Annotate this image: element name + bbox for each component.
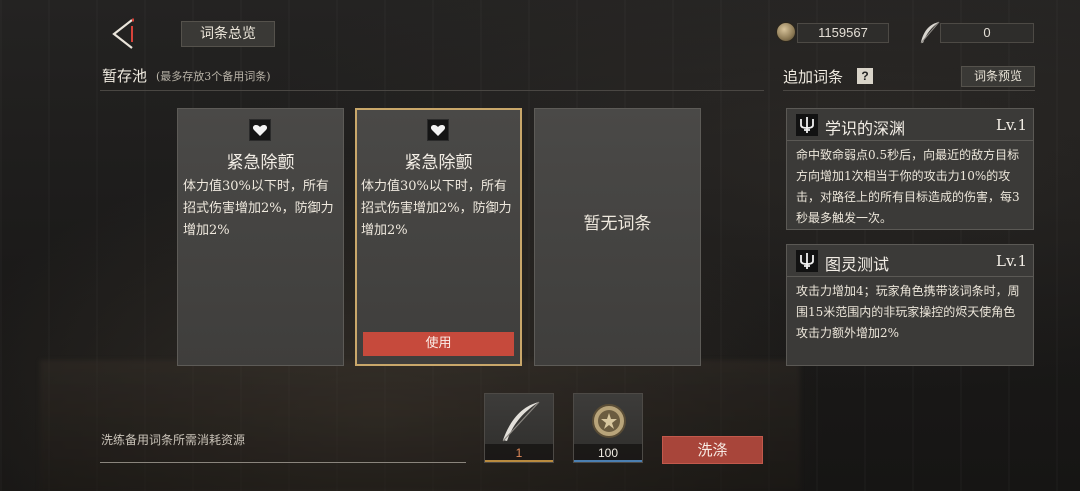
coin-cost: 100 xyxy=(574,444,642,462)
back-button[interactable] xyxy=(108,16,144,52)
cost-label: 洗练备用词条所需消耗资源 xyxy=(101,433,246,447)
affix-preview-button[interactable]: 词条预览 xyxy=(961,66,1035,87)
heart-icon xyxy=(427,119,449,141)
divider xyxy=(100,462,466,463)
affix-desc: 攻击力增加4；玩家角色携带该词条时，周围15米范围内的非玩家操控的烬天使角色攻击… xyxy=(796,284,1020,340)
affix-name: 图灵测试 xyxy=(825,255,890,274)
affix-overview-button[interactable]: 词条总览 xyxy=(181,21,275,47)
use-button[interactable]: 使用 xyxy=(363,332,514,356)
heart-icon xyxy=(249,119,271,141)
feather-icon xyxy=(502,401,540,442)
back-arrow-icon xyxy=(112,18,134,49)
coin-icon xyxy=(592,404,626,438)
coin-balance: 1159567 xyxy=(797,23,889,43)
divider xyxy=(100,90,764,91)
affix-header: 图灵测试 Lv.1 xyxy=(787,245,1033,277)
affix-name: 学识的深渊 xyxy=(825,119,906,138)
feather-icon xyxy=(918,20,942,46)
affix-level: Lv.1 xyxy=(996,116,1027,134)
wash-button[interactable]: 洗涤 xyxy=(662,436,763,464)
pool-subtitle: (最多存放3个备用词条) xyxy=(156,70,271,83)
feather-cost-slot[interactable]: 1 xyxy=(484,393,554,463)
trident-icon xyxy=(796,250,818,272)
affix-card-1: 学识的深渊 Lv.1 命中致命弱点0.5秒后，向最近的敌方目标方向增加1次相当于… xyxy=(786,108,1034,230)
feather-cost: 1 xyxy=(485,444,553,462)
empty-slot-text: 暂无词条 xyxy=(583,214,652,234)
affix-header: 学识的深渊 Lv.1 xyxy=(787,109,1033,141)
pool-card-2-selected[interactable]: 紧急除颤 体力值30%以下时，所有招式伤害增加2%，防御力增加2% 使用 xyxy=(355,108,522,366)
pool-card-1[interactable]: 紧急除颤 体力值30%以下时，所有招式伤害增加2%，防御力增加2% xyxy=(177,108,344,366)
affix-level: Lv.1 xyxy=(996,252,1027,270)
card-desc: 体力值30%以下时，所有招式伤害增加2%，防御力增加2% xyxy=(183,179,334,238)
affix-desc: 命中致命弱点0.5秒后，向最近的敌方目标方向增加1次相当于你的攻击力10%的攻击… xyxy=(796,148,1020,225)
card-name: 紧急除颤 xyxy=(404,153,473,173)
card-name: 紧急除颤 xyxy=(226,153,295,173)
coin-icon xyxy=(776,22,796,42)
trident-icon xyxy=(796,114,818,136)
pool-title: 暂存池 xyxy=(102,67,148,85)
added-affix-title: 追加词条 xyxy=(783,68,844,86)
pool-card-3-empty[interactable]: 暂无词条 xyxy=(534,108,701,366)
card-desc: 体力值30%以下时，所有招式伤害增加2%，防御力增加2% xyxy=(361,179,512,238)
background-scenery xyxy=(40,360,800,491)
coin-cost-slot[interactable]: 100 xyxy=(573,393,643,463)
divider xyxy=(783,90,1035,91)
feather-balance: 0 xyxy=(940,23,1034,43)
help-button[interactable]: ? xyxy=(857,68,873,84)
affix-card-2: 图灵测试 Lv.1 攻击力增加4；玩家角色携带该词条时，周围15米范围内的非玩家… xyxy=(786,244,1034,366)
